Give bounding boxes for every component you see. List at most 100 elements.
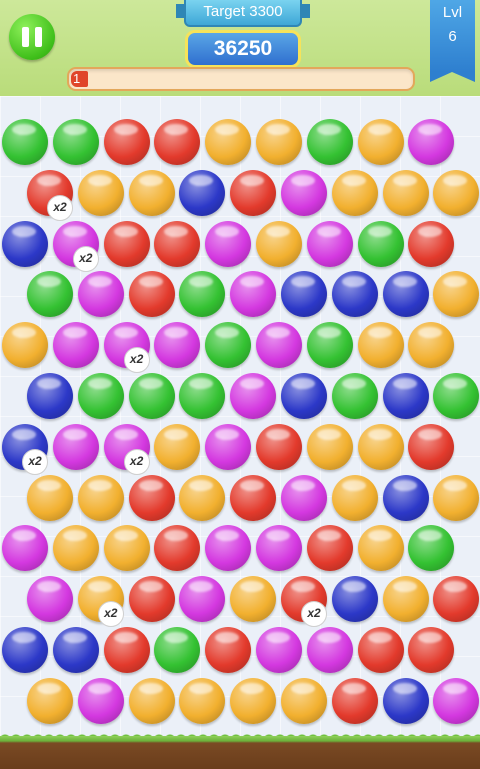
red-ball[interactable] (103, 627, 150, 673)
purple-ball[interactable] (52, 322, 99, 369)
multiplier-badge: x2 (72, 245, 99, 272)
purple-ball[interactable] (205, 220, 252, 267)
yellow-ball[interactable] (205, 119, 252, 165)
banner-tail-icon (430, 72, 475, 82)
blue-ball[interactable] (27, 373, 73, 419)
blue-ball[interactable] (382, 474, 429, 521)
yellow-ball[interactable] (179, 677, 226, 724)
purple-ball[interactable] (433, 677, 480, 724)
yellow-ball[interactable] (331, 169, 378, 216)
purple-ball[interactable] (281, 169, 327, 216)
yellow-ball[interactable] (77, 169, 124, 216)
level-number: 6 (448, 28, 457, 45)
yellow-ball[interactable] (357, 119, 404, 165)
purple-ball[interactable] (52, 423, 99, 470)
yellow-ball[interactable] (433, 474, 480, 521)
yellow-ball[interactable] (357, 322, 404, 369)
purple-ball[interactable] (256, 627, 302, 673)
purple-ball[interactable] (205, 423, 252, 470)
red-ball[interactable] (408, 220, 455, 267)
yellow-ball[interactable] (77, 474, 124, 521)
red-ball[interactable] (154, 220, 201, 267)
purple-ball[interactable] (230, 373, 277, 419)
multiplier-badge: x2 (123, 448, 150, 475)
red-ball[interactable] (103, 119, 150, 165)
green-ball[interactable] (77, 373, 124, 419)
blue-ball[interactable] (281, 373, 327, 419)
level-banner: Lvl 6 (430, 0, 475, 82)
yellow-ball[interactable] (256, 119, 302, 165)
multiplier-badge: x2 (47, 194, 73, 221)
purple-ball[interactable] (77, 677, 124, 724)
multiplier-badge: x2 (97, 601, 124, 628)
target-label: Target 3300 (176, 0, 310, 27)
yellow-ball[interactable] (230, 677, 277, 724)
progress-bar: 1 (67, 67, 415, 91)
yellow-ball[interactable] (154, 423, 201, 470)
yellow-ball[interactable] (357, 525, 404, 572)
progress-label: 1 (73, 71, 81, 86)
yellow-ball[interactable] (433, 169, 480, 216)
red-ball[interactable] (103, 220, 150, 267)
purple-ball[interactable] (256, 322, 302, 369)
ground-strip (0, 736, 480, 769)
green-ball[interactable] (331, 373, 378, 419)
green-ball[interactable] (306, 322, 353, 369)
red-ball[interactable] (128, 576, 175, 623)
green-ball[interactable] (2, 119, 48, 165)
multiplier-badge: x2 (123, 347, 150, 374)
yellow-ball[interactable] (382, 169, 429, 216)
yellow-ball[interactable] (128, 677, 175, 724)
yellow-ball[interactable] (103, 525, 150, 572)
red-ball[interactable] (128, 271, 175, 318)
red-ball[interactable] (357, 627, 404, 673)
red-ball[interactable] (230, 474, 277, 521)
yellow-ball[interactable] (281, 677, 327, 724)
yellow-ball[interactable] (179, 474, 226, 521)
pause-icon-bar (35, 27, 42, 47)
yellow-ball[interactable] (256, 220, 302, 267)
yellow-ball[interactable] (52, 525, 99, 572)
pause-icon (22, 27, 29, 47)
yellow-ball[interactable] (2, 322, 48, 369)
green-ball[interactable] (52, 119, 99, 165)
yellow-ball[interactable] (128, 169, 175, 216)
green-ball[interactable] (306, 119, 353, 165)
blue-ball[interactable] (382, 677, 429, 724)
multiplier-badge: x2 (22, 448, 48, 475)
purple-ball[interactable] (281, 474, 327, 521)
red-ball[interactable] (230, 169, 277, 216)
purple-ball[interactable] (27, 576, 73, 623)
green-ball[interactable] (128, 373, 175, 419)
header-bar: Target 3300 36250 1 Lvl 6 (0, 0, 480, 98)
green-ball[interactable] (357, 220, 404, 267)
red-ball[interactable] (331, 677, 378, 724)
blue-ball[interactable] (331, 271, 378, 318)
blue-ball[interactable] (382, 373, 429, 419)
blue-ball[interactable] (52, 627, 99, 673)
red-ball[interactable] (306, 525, 353, 572)
ribbon-right-icon (300, 4, 310, 18)
blue-ball[interactable] (179, 169, 226, 216)
blue-ball[interactable] (2, 627, 48, 673)
score-value: 36250 (213, 37, 273, 60)
target-text: Target 3300 (203, 3, 283, 20)
yellow-ball[interactable] (27, 677, 73, 724)
red-ball[interactable] (408, 423, 455, 470)
yellow-ball[interactable] (306, 423, 353, 470)
purple-ball[interactable] (306, 627, 353, 673)
red-ball[interactable] (205, 627, 252, 673)
red-ball[interactable] (256, 423, 302, 470)
purple-ball[interactable] (77, 271, 124, 318)
blue-ball[interactable] (2, 220, 48, 267)
pause-button[interactable] (9, 14, 55, 60)
yellow-ball[interactable] (382, 576, 429, 623)
yellow-ball[interactable] (27, 474, 73, 521)
yellow-ball[interactable] (331, 474, 378, 521)
blue-ball[interactable] (331, 576, 378, 623)
score-display: 36250 (185, 30, 301, 68)
blue-ball[interactable] (382, 271, 429, 318)
yellow-ball[interactable] (357, 423, 404, 470)
purple-ball[interactable] (306, 220, 353, 267)
red-ball[interactable] (128, 474, 175, 521)
